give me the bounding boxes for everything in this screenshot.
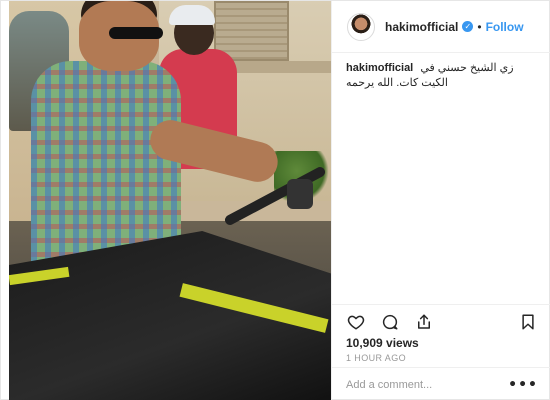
verified-badge-icon: ✓: [462, 21, 474, 32]
avatar[interactable]: [347, 12, 375, 41]
post-sidebar: hakimofficial ✓ • Follow hakimofficial ز…: [331, 1, 550, 400]
caption-username[interactable]: hakimofficial: [346, 62, 413, 74]
view-count: 10,909 views: [346, 336, 419, 350]
comment-input[interactable]: [346, 378, 509, 391]
more-options-icon[interactable]: •••: [508, 377, 538, 393]
comment-icon[interactable]: [380, 312, 400, 332]
heart-icon[interactable]: [346, 312, 366, 332]
motorcycle-mirror: [287, 179, 313, 209]
post-caption: hakimofficial زي الشيخ حسني في الكيت كات…: [346, 61, 542, 91]
bystander-cap: [169, 5, 215, 25]
rider-sunglasses: [109, 27, 163, 39]
share-icon[interactable]: [414, 312, 434, 332]
comment-form: •••: [332, 367, 550, 400]
bookmark-icon[interactable]: [518, 312, 538, 332]
header-username[interactable]: hakimofficial: [385, 20, 458, 34]
instagram-post-frame: hakimofficial ✓ • Follow hakimofficial ز…: [0, 0, 550, 400]
post-header: hakimofficial ✓ • Follow: [332, 1, 550, 53]
post-timestamp: 1 HOUR AGO: [346, 353, 407, 363]
post-video[interactable]: [9, 1, 331, 400]
follow-button[interactable]: Follow: [486, 20, 524, 34]
header-separator: •: [477, 19, 482, 34]
action-bar: [332, 304, 550, 338]
